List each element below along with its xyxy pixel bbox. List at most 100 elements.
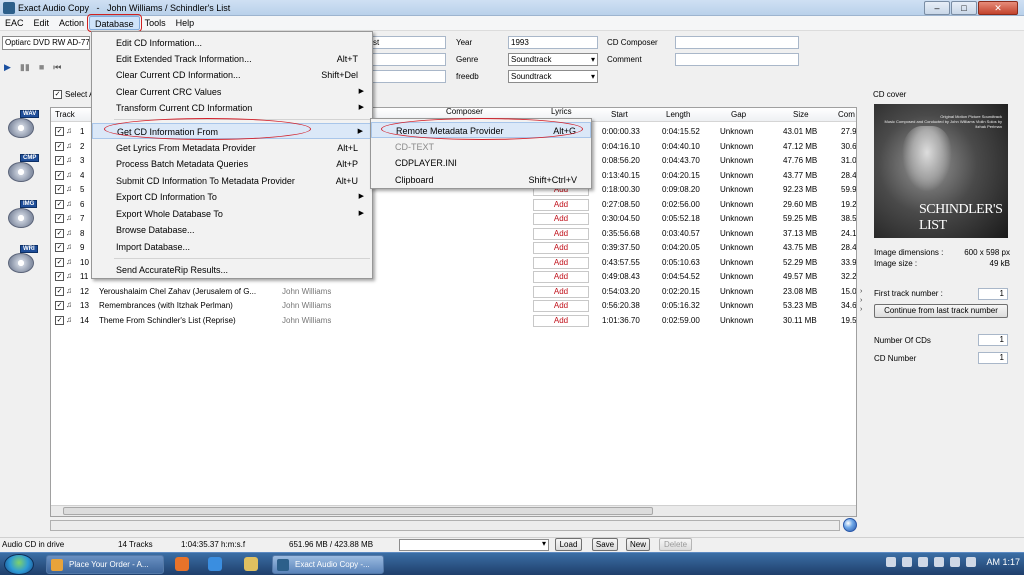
- copy-compressed-button[interactable]: CMP: [4, 152, 40, 184]
- continue-from-last-track-button[interactable]: Continue from last track number: [874, 304, 1008, 318]
- cd-title-input[interactable]: [370, 53, 446, 66]
- track-title[interactable]: Theme From Schindler's List (Reprise): [99, 316, 277, 325]
- database-menu-item[interactable]: Export CD Information To ▶: [92, 189, 372, 205]
- add-lyrics-button[interactable]: Add: [533, 285, 589, 298]
- col-track[interactable]: Track: [55, 110, 75, 119]
- save-button[interactable]: Save: [592, 538, 618, 551]
- col-length[interactable]: Length: [666, 110, 690, 119]
- tray-network-icon[interactable]: [934, 557, 945, 567]
- status-combo[interactable]: [399, 539, 549, 551]
- col-com[interactable]: Com: [838, 110, 855, 119]
- col-size[interactable]: Size: [793, 110, 809, 119]
- pause-icon[interactable]: ▮▮: [20, 62, 30, 73]
- track-checkbox[interactable]: ✓: [55, 141, 64, 151]
- comment-input[interactable]: [675, 53, 799, 66]
- database-menu-item[interactable]: Process Batch Metadata Queries Alt+P: [92, 156, 372, 172]
- minimize-button[interactable]: –: [924, 1, 950, 15]
- menu-eac[interactable]: EAC: [0, 16, 29, 30]
- track-checkbox[interactable]: ✓: [55, 301, 64, 310]
- cd-number-input[interactable]: 1: [978, 352, 1008, 364]
- play-icon[interactable]: ▶: [4, 62, 11, 73]
- add-lyrics-button[interactable]: Add: [533, 300, 589, 312]
- add-lyrics-button[interactable]: Add: [533, 242, 589, 254]
- database-menu-item[interactable]: Clear Current CRC Values ▶: [92, 84, 372, 100]
- menu-edit[interactable]: Edit: [29, 16, 55, 30]
- track-checkbox[interactable]: ✓: [55, 315, 64, 325]
- cd-artist-input[interactable]: st: [370, 36, 446, 49]
- tray-battery-icon[interactable]: [902, 557, 913, 567]
- table-row[interactable]: ✓ ♫ 12 Yeroushalaim Chel Zahav (Jerusalem o…: [51, 285, 856, 299]
- database-menu-item[interactable]: Submit CD Information To Metadata Provid…: [92, 173, 372, 189]
- submenu-item[interactable]: CDPLAYER.INI: [371, 155, 591, 171]
- horizontal-scrollbar[interactable]: [51, 505, 856, 516]
- table-row[interactable]: ✓ ♫ 14 Theme From Schindler's List (Reprise…: [51, 314, 856, 328]
- track-checkbox[interactable]: ✓: [55, 185, 64, 194]
- load-button[interactable]: Load: [555, 538, 582, 551]
- select-all[interactable]: ✓ Select A: [53, 90, 94, 99]
- database-menu-item[interactable]: Edit CD Information...: [92, 35, 372, 51]
- database-menu-item[interactable]: Send AccurateRip Results...: [92, 262, 372, 278]
- taskbar-eac-window[interactable]: Exact Audio Copy -...: [272, 555, 384, 574]
- write-cd-button[interactable]: WRI: [4, 243, 40, 275]
- database-menu-item[interactable]: Browse Database...: [92, 222, 372, 238]
- track-artist[interactable]: John Williams: [282, 301, 331, 310]
- track-checkbox[interactable]: ✓: [55, 257, 64, 267]
- track-checkbox[interactable]: ✓: [55, 286, 64, 296]
- table-row[interactable]: ✓ ♫ 13 Remembrances (with Itzhak Perlman) Jo…: [51, 299, 856, 313]
- track-artist[interactable]: John Williams: [282, 287, 331, 296]
- copy-wav-button[interactable]: WAV: [4, 108, 40, 140]
- year-input[interactable]: 1993: [508, 36, 598, 49]
- track-checkbox[interactable]: ✓: [55, 272, 64, 281]
- explorer-icon[interactable]: [244, 557, 258, 571]
- cd-cover-image[interactable]: Original Motion Picture Soundtrack Music …: [874, 104, 1008, 238]
- close-button[interactable]: ✕: [978, 1, 1018, 15]
- track-checkbox[interactable]: ✓: [55, 127, 64, 136]
- col-composer[interactable]: Composer: [446, 108, 483, 116]
- scrollbar-thumb[interactable]: [63, 507, 653, 515]
- database-menu-item[interactable]: Edit Extended Track Information... Alt+T: [92, 51, 372, 67]
- tray-volume-icon[interactable]: [950, 557, 961, 567]
- col-lyrics[interactable]: Lyrics: [551, 108, 572, 116]
- track-title[interactable]: Yeroushalaim Chel Zahav (Jerusalem of G.…: [99, 287, 277, 296]
- cd-composer-input[interactable]: [675, 36, 799, 49]
- panel-scroll-arrows[interactable]: › › ›: [860, 287, 867, 314]
- maximize-button[interactable]: □: [951, 1, 977, 15]
- menu-help[interactable]: Help: [171, 16, 200, 30]
- menu-tools[interactable]: Tools: [140, 16, 171, 30]
- database-menu-item[interactable]: Export Whole Database To ▶: [92, 206, 372, 222]
- track-checkbox[interactable]: ✓: [55, 199, 64, 209]
- start-button[interactable]: [4, 554, 34, 575]
- tray-flag-icon[interactable]: [918, 557, 929, 567]
- copy-image-button[interactable]: IMG: [4, 198, 40, 230]
- track-checkbox[interactable]: ✓: [55, 156, 64, 165]
- select-all-checkbox[interactable]: ✓: [53, 90, 62, 99]
- track-checkbox[interactable]: ✓: [55, 214, 64, 223]
- tray-app-icon[interactable]: [886, 557, 897, 567]
- ie-icon[interactable]: [208, 557, 222, 571]
- stop-icon[interactable]: ■: [39, 62, 44, 73]
- globe-icon[interactable]: [843, 518, 857, 532]
- add-lyrics-button[interactable]: Add: [533, 271, 589, 283]
- col-gap[interactable]: Gap: [731, 110, 746, 119]
- delete-button[interactable]: Delete: [659, 538, 692, 551]
- col-start[interactable]: Start: [611, 110, 628, 119]
- submenu-item[interactable]: Clipboard Shift+Ctrl+V: [371, 172, 591, 188]
- menu-database[interactable]: Database: [87, 14, 142, 32]
- previous-track-icon[interactable]: ⏮: [53, 62, 61, 73]
- freedb-select[interactable]: Soundtrack: [508, 70, 598, 83]
- database-menu-item[interactable]: Get CD Information From ▶: [92, 123, 372, 139]
- drive-select[interactable]: Optiarc DVD RW AD-77: [2, 36, 90, 50]
- add-lyrics-button[interactable]: Add: [533, 227, 589, 240]
- track-artist[interactable]: John Williams: [282, 316, 331, 325]
- new-button[interactable]: New: [626, 538, 650, 551]
- database-menu-item[interactable]: Import Database...: [92, 239, 372, 255]
- track-checkbox[interactable]: ✓: [55, 170, 64, 180]
- tray-language-icon[interactable]: [966, 557, 977, 567]
- add-lyrics-button[interactable]: Add: [533, 314, 589, 327]
- track-checkbox[interactable]: ✓: [55, 243, 64, 252]
- first-track-input[interactable]: 1: [978, 288, 1008, 300]
- track-title[interactable]: Remembrances (with Itzhak Perlman): [99, 301, 277, 310]
- database-menu-item[interactable]: Get Lyrics From Metadata Provider Alt+L: [92, 140, 372, 156]
- add-lyrics-button[interactable]: Add: [533, 198, 589, 211]
- number-of-cds-input[interactable]: 1: [978, 334, 1008, 346]
